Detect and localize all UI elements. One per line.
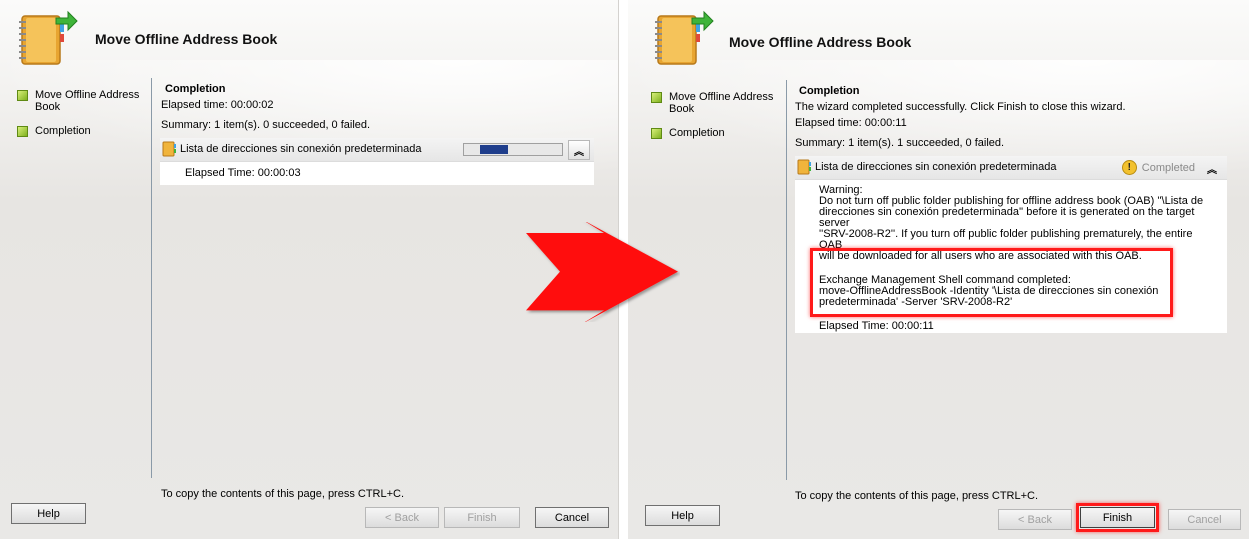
warning-line: direcciones sin conexión predeterminada'… xyxy=(819,206,1195,229)
step-completion: Completion xyxy=(17,125,147,137)
warning-line: ''SRV-2008-R2''. If you turn off public … xyxy=(819,228,1193,251)
copy-hint: To copy the contents of this page, press… xyxy=(161,488,405,500)
page-heading: Completion xyxy=(799,85,860,97)
address-book-move-icon xyxy=(655,10,714,65)
finish-button[interactable]: Finish xyxy=(444,507,520,528)
address-book-icon xyxy=(797,159,811,175)
elapsed-time: Elapsed time: 00:00:11 xyxy=(795,117,907,129)
warning-line: will be downloaded for all users who are… xyxy=(819,250,1142,262)
step-bullet-icon xyxy=(17,90,28,101)
success-message: The wizard completed successfully. Click… xyxy=(795,101,1126,113)
summary-text: Summary: 1 item(s). 1 succeeded, 0 faile… xyxy=(795,137,1005,149)
collapse-chevrons-icon[interactable]: ︽ xyxy=(1201,158,1223,178)
step-move-oab: Move Offline Address Book xyxy=(651,91,781,115)
step-label: Completion xyxy=(669,127,725,139)
step-label: Move Offline Address Book xyxy=(669,91,774,115)
help-button[interactable]: Help xyxy=(645,505,720,526)
address-book-move-icon xyxy=(19,10,78,65)
task-header: Lista de direcciones sin conexión predet… xyxy=(160,138,594,162)
command-line: predeterminada' -Server 'SRV-2008-R2' xyxy=(819,296,1013,308)
cancel-button[interactable]: Cancel xyxy=(535,507,609,528)
task-details: Warning: Do not turn off public folder p… xyxy=(819,185,1209,332)
task-item: Lista de direcciones sin conexión predet… xyxy=(795,156,1227,333)
elapsed-time: Elapsed time: 00:00:02 xyxy=(161,99,274,111)
step-completion: Completion xyxy=(651,127,781,139)
step-bullet-icon xyxy=(651,92,662,103)
progress-fill xyxy=(480,145,508,154)
wizard-window-completed: Move Offline Address Book Move Offline A… xyxy=(628,0,1249,539)
finish-button[interactable]: Finish xyxy=(1080,507,1155,528)
copy-hint: To copy the contents of this page, press… xyxy=(795,490,1039,502)
task-elapsed-time: Elapsed Time: 00:00:03 xyxy=(185,167,301,179)
step-label: Move Offline Address Book xyxy=(35,89,140,113)
back-button[interactable]: < Back xyxy=(998,509,1072,530)
wizard-title: Move Offline Address Book xyxy=(729,34,912,50)
cancel-button[interactable]: Cancel xyxy=(1168,509,1241,530)
task-status: ! Completed xyxy=(1121,160,1195,175)
task-item: Lista de direcciones sin conexión predet… xyxy=(160,138,594,185)
task-name: Lista de direcciones sin conexión predet… xyxy=(815,161,1057,173)
divider xyxy=(151,78,152,478)
address-book-icon xyxy=(162,141,176,157)
page-heading: Completion xyxy=(165,83,226,95)
step-label: Completion xyxy=(35,125,91,137)
task-header: Lista de direcciones sin conexión predet… xyxy=(795,156,1227,180)
step-bullet-icon xyxy=(651,128,662,139)
help-button[interactable]: Help xyxy=(11,503,86,524)
task-name: Lista de direcciones sin conexión predet… xyxy=(180,143,422,155)
back-button[interactable]: < Back xyxy=(365,507,439,528)
warning-icon: ! xyxy=(1121,160,1137,175)
wizard-title: Move Offline Address Book xyxy=(95,31,278,47)
summary-text: Summary: 1 item(s). 0 succeeded, 0 faile… xyxy=(161,119,371,131)
progress-bar xyxy=(463,143,563,156)
divider xyxy=(786,80,787,480)
wizard-steps: Move Offline Address Book Completion xyxy=(17,89,147,149)
step-bullet-icon xyxy=(17,126,28,137)
collapse-chevrons-icon[interactable]: ︽ xyxy=(568,140,590,160)
task-status-label: Completed xyxy=(1141,161,1195,174)
wizard-steps: Move Offline Address Book Completion xyxy=(651,91,781,151)
task-elapsed-time: Elapsed Time: 00:00:11 xyxy=(819,320,934,332)
arrow-right-icon xyxy=(526,222,678,322)
step-move-oab: Move Offline Address Book xyxy=(17,89,147,113)
